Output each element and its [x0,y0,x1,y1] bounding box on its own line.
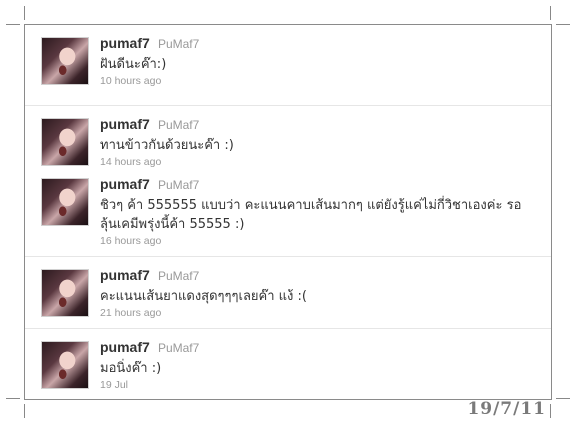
tweet-header: pumaf7 PuMaf7 [100,35,540,53]
page: pumaf7 PuMaf7 ฝันดีนะค๊า:) 10 hours ago … [0,0,576,424]
tweet-header: pumaf7 PuMaf7 [100,116,540,134]
tweet-body: pumaf7 PuMaf7 คะแนนเส้นยาแดงสุดๆๆๆเลยค๊า… [100,267,540,319]
date-stamp: 19/7/11 [467,399,546,419]
tweet-header: pumaf7 PuMaf7 [100,176,540,194]
tweet-text: ชิวๆ ค้า 555555 แบบว่า คะแนนคาบเส้นมากๆ … [100,196,540,234]
avatar[interactable] [41,118,89,166]
avatar[interactable] [41,37,89,85]
tweet-divider [25,105,551,106]
tweet-body: pumaf7 PuMaf7 ชิวๆ ค้า 555555 แบบว่า คะแ… [100,176,540,247]
crop-mark-top-left [24,6,25,20]
crop-mark-bottom-left [24,404,25,418]
tweet-header: pumaf7 PuMaf7 [100,339,540,357]
tweet-timestamp-link[interactable]: 10 hours ago [100,75,540,87]
tweet-header: pumaf7 PuMaf7 [100,267,540,285]
screen-name-link[interactable]: pumaf7 [100,176,150,192]
screen-name-link[interactable]: pumaf7 [100,116,150,132]
crop-mark-right-top [556,24,570,25]
tweet-text: มอนิ่งค๊า :) [100,361,162,376]
crop-mark-bottom-right [550,404,551,418]
tweet-text: คะแนนเส้นยาแดงสุดๆๆๆเลยค๊า แง้ :( [100,289,307,304]
full-name-link[interactable]: PuMaf7 [158,341,199,355]
avatar[interactable] [41,178,89,226]
screen-name-link[interactable]: pumaf7 [100,267,150,283]
tweet-timestamp-link[interactable]: 16 hours ago [100,235,540,247]
tweet-timestamp-link[interactable]: 19 Jul [100,379,540,391]
full-name-link[interactable]: PuMaf7 [158,269,199,283]
screen-name-link[interactable]: pumaf7 [100,339,150,355]
tweet-list-card: pumaf7 PuMaf7 ฝันดีนะค๊า:) 10 hours ago … [24,24,552,400]
tweet-body: pumaf7 PuMaf7 ทานข้าวกันด้วยนะค๊า :) 14 … [100,116,540,168]
tweet-body: pumaf7 PuMaf7 ฝันดีนะค๊า:) 10 hours ago [100,35,540,87]
tweet-divider [25,256,551,257]
crop-mark-top-right [550,6,551,20]
full-name-link[interactable]: PuMaf7 [158,118,199,132]
tweet-timestamp-link[interactable]: 14 hours ago [100,156,540,168]
tweet-body: pumaf7 PuMaf7 มอนิ่งค๊า :) 19 Jul [100,339,540,391]
full-name-link[interactable]: PuMaf7 [158,178,199,192]
tweet-timestamp-link[interactable]: 21 hours ago [100,307,540,319]
screen-name-link[interactable]: pumaf7 [100,35,150,51]
tweet-text-line: ลุ้นเคมีพรุ่งนี้ค้า 55555 :) [100,217,245,232]
full-name-link[interactable]: PuMaf7 [158,37,199,51]
avatar[interactable] [41,269,89,317]
crop-mark-left-top [6,24,20,25]
crop-mark-right-bottom [556,398,570,399]
tweet-divider [25,328,551,329]
crop-mark-left-bottom [6,398,20,399]
tweet-text: ทานข้าวกันด้วยนะค๊า :) [100,138,234,153]
avatar[interactable] [41,341,89,389]
tweet-text: ฝันดีนะค๊า:) [100,57,167,72]
tweet-text-line: ชิวๆ ค้า 555555 แบบว่า คะแนนคาบเส้นมากๆ … [100,198,522,213]
